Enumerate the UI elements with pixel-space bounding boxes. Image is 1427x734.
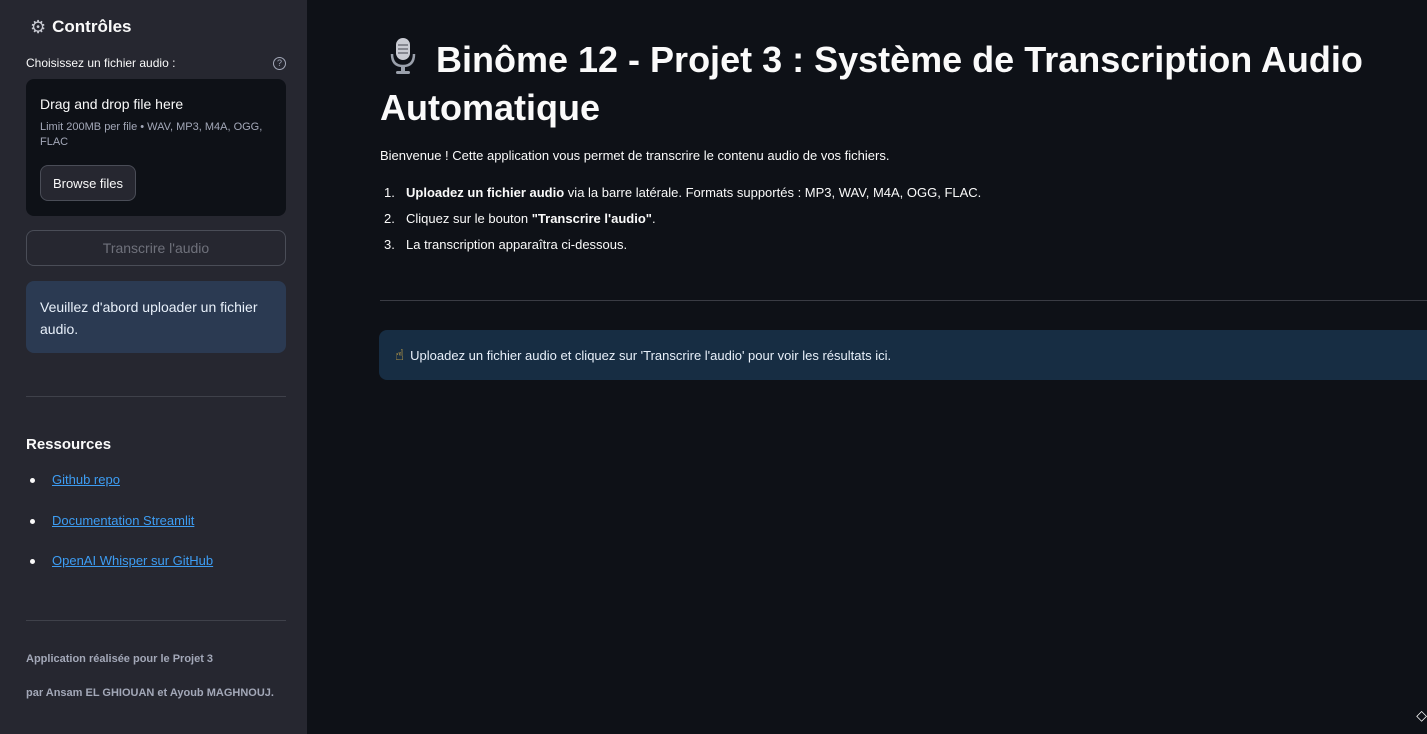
sidebar-info-alert: Veuillez d'abord uploader un fichier aud…: [26, 281, 286, 353]
sidebar-divider: [26, 620, 286, 621]
sidebar: ⚙ Contrôles Choisissez un fichier audio …: [0, 0, 307, 734]
step-rest: .: [651, 211, 656, 226]
results-info-alert: ☝ Uploadez un fichier audio et cliquez s…: [379, 330, 1427, 380]
dropzone-title: Drag and drop file here: [40, 96, 184, 112]
step-text: La transcription apparaîtra ci-dessous.: [406, 237, 628, 252]
github-repo-link[interactable]: Github repo: [52, 472, 120, 487]
intro-text: Bienvenue ! Cette application vous perme…: [380, 148, 890, 163]
app: ⚙ Contrôles Choisissez un fichier audio …: [0, 0, 1427, 734]
list-bullet: [30, 478, 35, 483]
sidebar-header: ⚙ Contrôles: [30, 17, 131, 37]
steps-list: 1. Uploadez un fichier audio via la barr…: [380, 185, 981, 263]
step-number: 2.: [384, 211, 395, 226]
resources-list: Github repo Documentation Streamlit Open…: [26, 472, 213, 594]
step-bold: Uploadez un fichier audio: [406, 185, 565, 200]
footer-line-1: Application réalisée pour le Projet 3: [26, 653, 214, 665]
step-item: 3. La transcription apparaîtra ci-dessou…: [380, 237, 981, 263]
step-pre: Cliquez sur le bouton: [406, 211, 532, 226]
whisper-github-link[interactable]: OpenAI Whisper sur GitHub: [52, 553, 213, 568]
main-divider: [380, 300, 1427, 301]
step-number: 3.: [384, 237, 395, 252]
footer-line-2: par Ansam EL GHIOUAN et Ayoub MAGHNOUJ.: [26, 687, 274, 699]
uploader-label-row: Choisissez un fichier audio : ?: [26, 56, 286, 70]
list-bullet: [30, 559, 35, 564]
sidebar-header-title: Contrôles: [52, 17, 132, 36]
browse-files-button[interactable]: Browse files: [40, 165, 136, 201]
resource-item: Documentation Streamlit: [26, 513, 213, 554]
page-title: Binôme 12 - Projet 3 : Système de Transc…: [380, 36, 1420, 132]
resources-title: Ressources: [26, 436, 112, 453]
expand-icon[interactable]: ◇: [1416, 707, 1427, 724]
pointing-up-hand-icon: ☝: [395, 347, 405, 364]
microphone-icon: [390, 38, 416, 74]
step-rest: via la barre latérale. Formats supportés…: [564, 185, 982, 200]
step-item: 2. Cliquez sur le bouton "Transcrire l'a…: [380, 211, 981, 237]
step-bold: "Transcrire l'audio": [531, 211, 652, 226]
transcribe-button[interactable]: Transcrire l'audio: [26, 230, 286, 266]
resource-item: Github repo: [26, 472, 213, 513]
step-text: Uploadez un fichier audio via la barre l…: [406, 185, 981, 211]
step-item: 1. Uploadez un fichier audio via la barr…: [380, 185, 981, 211]
dropzone-limit: Limit 200MB per file • WAV, MP3, M4A, OG…: [40, 121, 263, 148]
file-dropzone[interactable]: Drag and drop file here Limit 200MB per …: [26, 79, 286, 216]
resource-item: OpenAI Whisper sur GitHub: [26, 553, 213, 594]
uploader-label: Choisissez un fichier audio :: [26, 56, 176, 70]
streamlit-docs-link[interactable]: Documentation Streamlit: [52, 513, 194, 528]
list-bullet: [30, 518, 35, 524]
page-title-text: Binôme 12 - Projet 3 : Système de Transc…: [380, 39, 1363, 128]
results-info-text: Uploadez un fichier audio et cliquez sur…: [410, 347, 892, 363]
gear-icon: ⚙: [30, 17, 47, 37]
step-number: 1.: [384, 185, 395, 200]
sidebar-divider: [26, 396, 286, 397]
main-content: Binôme 12 - Projet 3 : Système de Transc…: [307, 0, 1427, 734]
step-text: Cliquez sur le bouton "Transcrire l'audi…: [406, 211, 656, 237]
help-icon[interactable]: ?: [273, 56, 286, 70]
